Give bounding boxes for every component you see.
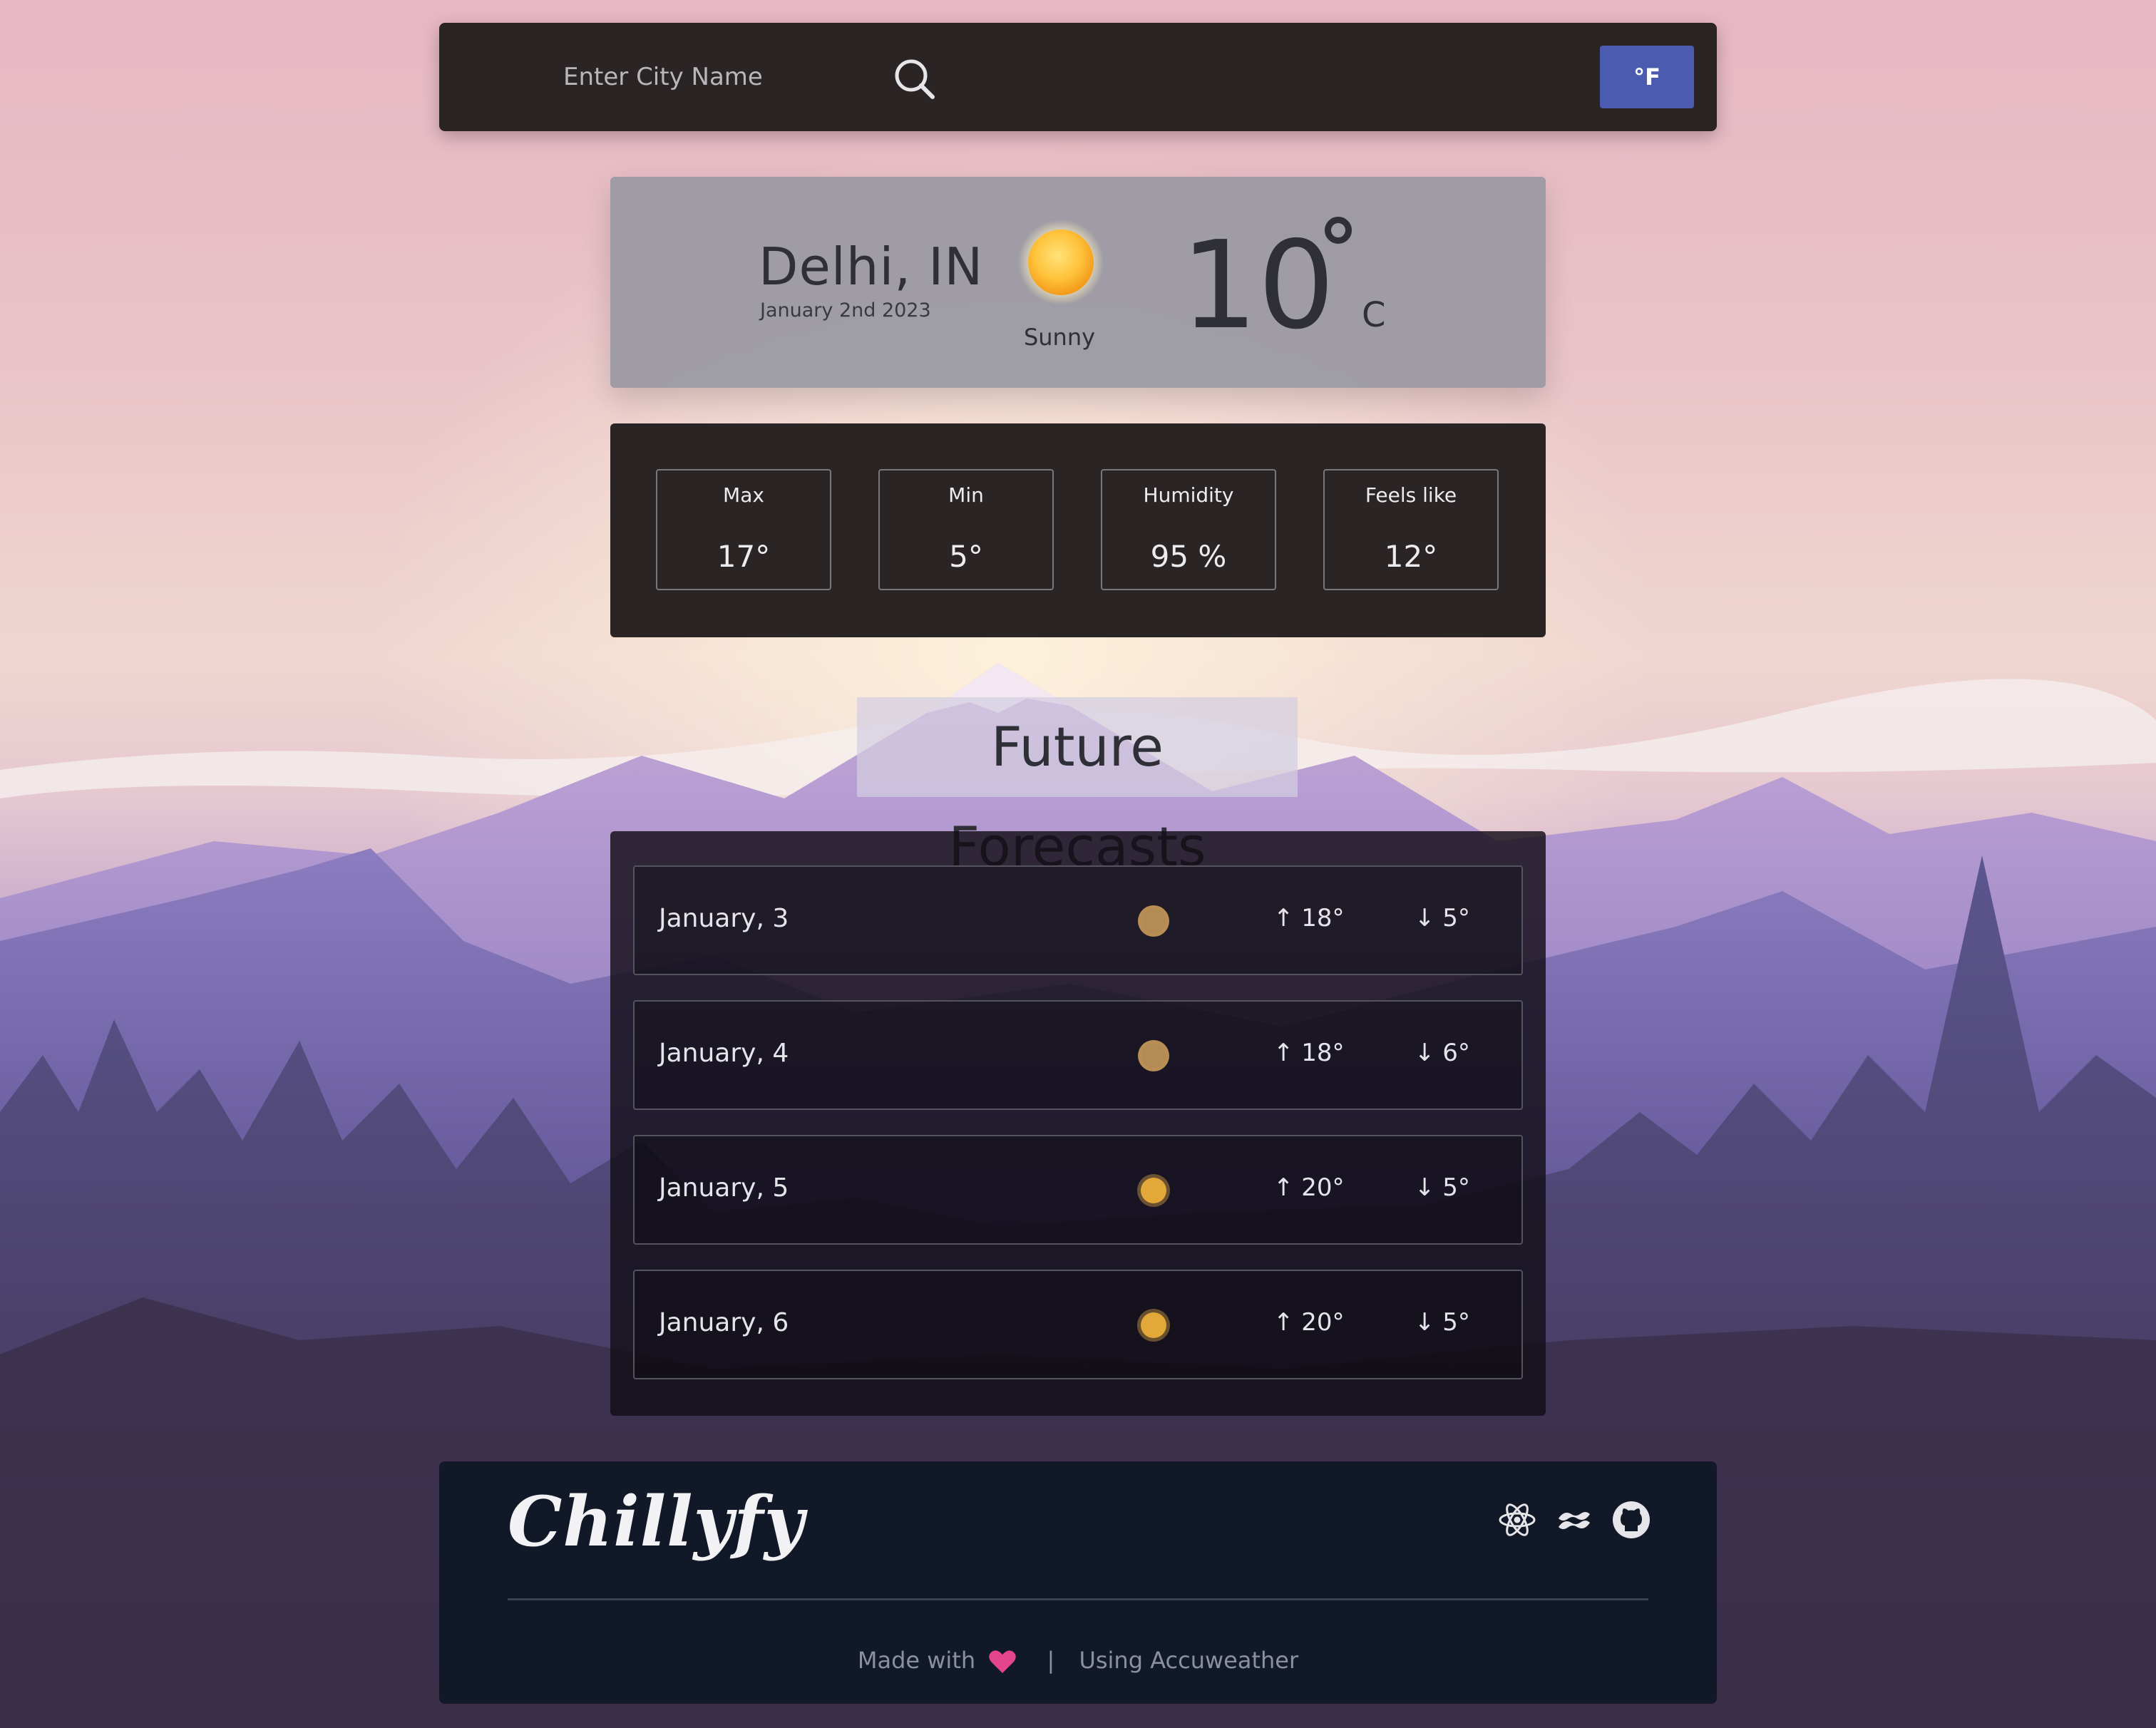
forecast-list: January, 3 ↑ 18° ↓ 5° January, 4 ↑ 18° ↓… bbox=[610, 831, 1546, 1416]
stat-value: 95 % bbox=[1150, 539, 1227, 574]
made-with-text: Made with bbox=[857, 1647, 976, 1674]
footer-icon-links bbox=[1497, 1500, 1654, 1543]
city-name: Delhi, IN bbox=[759, 237, 984, 297]
sun-icon bbox=[1137, 1174, 1170, 1207]
forecast-row: January, 5 ↑ 20° ↓ 5° bbox=[633, 1135, 1523, 1245]
forecast-date: January, 4 bbox=[659, 1039, 789, 1068]
search-bar: °F bbox=[439, 23, 1717, 131]
current-temperature: 10 bbox=[1181, 215, 1335, 356]
forecast-date: January, 6 bbox=[659, 1308, 789, 1337]
stat-min: Min 5° bbox=[878, 469, 1054, 590]
moon-icon bbox=[1138, 905, 1169, 937]
forecast-heading: Future Forecasts bbox=[857, 697, 1298, 878]
heart-icon bbox=[989, 1650, 1017, 1673]
forecast-low: ↓ 5° bbox=[1415, 1173, 1470, 1202]
stat-label: Max bbox=[723, 483, 764, 507]
stat-label: Min bbox=[948, 483, 984, 507]
forecast-low: ↓ 5° bbox=[1415, 1308, 1470, 1337]
stat-value: 5° bbox=[949, 539, 983, 574]
footer: Chillyfy Made with | Using Accuweather bbox=[439, 1461, 1717, 1704]
stat-feels-like: Feels like 12° bbox=[1323, 469, 1499, 590]
forecast-low: ↓ 6° bbox=[1415, 1039, 1470, 1067]
weather-stats-card: Max 17° Min 5° Humidity 95 % Feels like … bbox=[610, 423, 1546, 637]
moon-icon bbox=[1138, 1040, 1169, 1071]
condition-label: Sunny bbox=[1023, 324, 1096, 351]
stat-humidity: Humidity 95 % bbox=[1101, 469, 1276, 590]
stat-label: Humidity bbox=[1143, 483, 1234, 507]
accuweather-credit[interactable]: Using Accuweather bbox=[1079, 1647, 1298, 1674]
github-icon[interactable] bbox=[1611, 1500, 1651, 1540]
forecast-row: January, 6 ↑ 20° ↓ 5° bbox=[633, 1270, 1523, 1379]
current-date: January 2nd 2023 bbox=[760, 299, 931, 322]
credits-separator: | bbox=[1047, 1647, 1055, 1674]
forecast-low: ↓ 5° bbox=[1415, 904, 1470, 932]
forecast-high: ↑ 18° bbox=[1273, 904, 1345, 932]
forecast-date: January, 3 bbox=[659, 904, 789, 933]
footer-divider bbox=[508, 1598, 1648, 1600]
search-icon[interactable] bbox=[888, 53, 943, 107]
sun-icon bbox=[1137, 1309, 1170, 1342]
footer-credits: Made with | Using Accuweather bbox=[439, 1647, 1717, 1674]
temperature-unit: C bbox=[1362, 295, 1386, 335]
forecast-date: January, 5 bbox=[659, 1173, 789, 1203]
city-search-input[interactable] bbox=[546, 53, 905, 101]
forecast-row: January, 4 ↑ 18° ↓ 6° bbox=[633, 1000, 1523, 1110]
sun-icon bbox=[1018, 220, 1104, 305]
stat-label: Feels like bbox=[1365, 483, 1457, 507]
brand-logo: Chillyfy bbox=[508, 1481, 805, 1562]
forecast-high: ↑ 20° bbox=[1273, 1173, 1345, 1202]
forecast-high: ↑ 18° bbox=[1273, 1039, 1345, 1067]
degree-symbol bbox=[1325, 217, 1352, 244]
stat-value: 12° bbox=[1384, 539, 1438, 574]
forecast-high: ↑ 20° bbox=[1273, 1308, 1345, 1337]
react-icon[interactable] bbox=[1497, 1500, 1537, 1540]
unit-toggle-button[interactable]: °F bbox=[1600, 46, 1694, 108]
stat-max: Max 17° bbox=[656, 469, 831, 590]
forecast-row: January, 3 ↑ 18° ↓ 5° bbox=[633, 865, 1523, 975]
tailwind-icon[interactable] bbox=[1554, 1500, 1594, 1540]
current-weather-card: Delhi, IN January 2nd 2023 Sunny 10 C bbox=[610, 177, 1546, 388]
stat-value: 17° bbox=[717, 539, 771, 574]
